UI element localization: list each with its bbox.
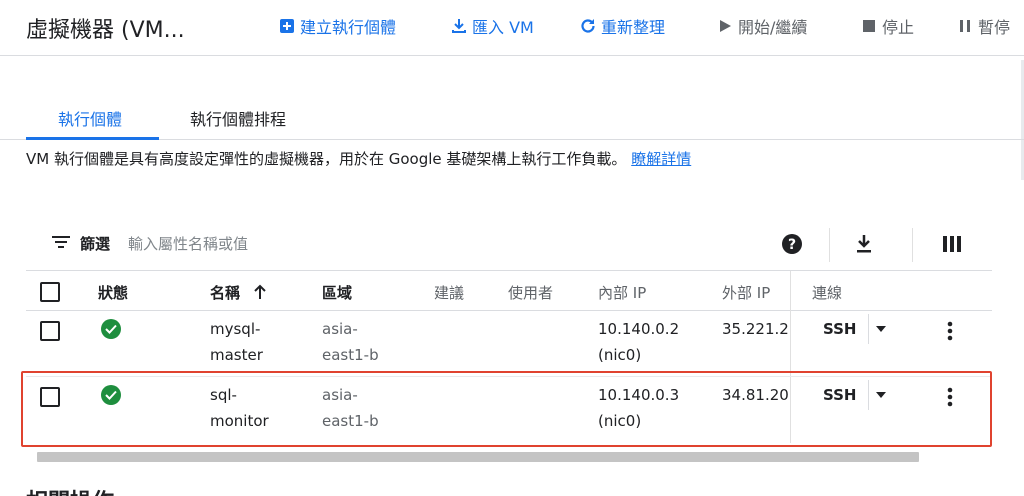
column-in-use-by[interactable]: 使用者 <box>508 282 553 303</box>
start-resume-button[interactable]: 開始/繼續 <box>716 14 807 38</box>
column-recommendation[interactable]: 建議 <box>434 282 464 303</box>
pause-label: 暫停 <box>978 18 1011 37</box>
active-tab-indicator <box>26 137 159 140</box>
pause-button[interactable]: 暫停 <box>956 14 1010 38</box>
stop-button[interactable]: 停止 <box>860 14 914 38</box>
column-connect[interactable]: 連線 <box>812 282 842 303</box>
start-resume-label: 開始/繼續 <box>738 18 808 37</box>
zone-line: east1-b <box>322 346 379 364</box>
horizontal-scrollbar[interactable] <box>37 452 919 462</box>
column-internal-ip[interactable]: 內部 IP <box>598 282 646 303</box>
tab-instances[interactable]: 執行個體 <box>58 106 122 130</box>
sort-ascending-icon <box>253 284 267 302</box>
import-vm-label: 匯入 VM <box>472 18 534 37</box>
refresh-icon <box>579 17 597 35</box>
status-running-icon <box>101 319 121 339</box>
description: VM 執行個體是具有高度設定彈性的虛擬機器，用於在 Google 基礎架構上執行… <box>26 146 706 172</box>
play-icon <box>716 17 734 35</box>
toolbar-divider <box>912 228 913 262</box>
column-zone[interactable]: 區域 <box>322 282 352 303</box>
description-text: VM 執行個體是具有高度設定彈性的虛擬機器，用於在 Google 基礎架構上執行… <box>26 150 627 168</box>
stop-icon <box>860 17 878 35</box>
help-icon[interactable]: ? <box>780 232 804 256</box>
top-action-bar: 虛擬機器 (VM... 建立執行個體 匯入 VM 重新整理 開始/繼續 停止 暫… <box>0 0 1024 56</box>
related-actions-heading: 相關操作 <box>26 484 114 496</box>
column-display-icon[interactable] <box>940 232 964 256</box>
filter-input[interactable] <box>128 234 429 253</box>
instance-name-line: master <box>210 346 263 364</box>
vm-instance-table: 狀態 名稱 區域 建議 使用者 內部 IP 外部 IP 連線 mysql- ma… <box>26 270 992 443</box>
tab-instance-schedules[interactable]: 執行個體排程 <box>190 106 286 130</box>
filter-label: 篩選 <box>80 235 111 253</box>
page-title: 虛擬機器 (VM... <box>26 18 185 43</box>
filter-icon[interactable] <box>52 235 72 253</box>
instance-zone: asia- east1-b <box>322 313 379 371</box>
pause-icon <box>956 17 974 35</box>
select-all-checkbox[interactable] <box>40 282 60 302</box>
column-name-label: 名稱 <box>210 284 241 302</box>
add-box-icon <box>278 17 296 35</box>
download-icon[interactable] <box>852 232 876 256</box>
column-status[interactable]: 狀態 <box>98 282 128 303</box>
stop-label: 停止 <box>882 18 915 37</box>
import-vm-button[interactable]: 匯入 VM <box>450 14 534 38</box>
download-icon <box>450 17 468 35</box>
learn-more-link[interactable]: 瞭解詳情 <box>631 150 691 168</box>
ssh-dropdown-icon[interactable] <box>868 314 892 344</box>
refresh-label: 重新整理 <box>601 18 666 37</box>
more-actions-icon[interactable] <box>938 319 962 343</box>
filter-bar: 篩選 <box>52 233 429 254</box>
svg-text:?: ? <box>788 237 796 253</box>
toolbar-divider <box>829 228 830 262</box>
highlight-box <box>21 371 992 447</box>
refresh-button[interactable]: 重新整理 <box>579 14 665 38</box>
instance-name[interactable]: mysql- master <box>210 313 263 371</box>
external-ip[interactable]: 35.221.2 <box>722 313 789 345</box>
table-header: 狀態 名稱 區域 建議 使用者 內部 IP 外部 IP 連線 <box>26 271 992 311</box>
row-checkbox[interactable] <box>40 321 60 341</box>
column-external-ip[interactable]: 外部 IP <box>722 282 770 303</box>
ssh-button[interactable]: SSH <box>823 320 857 338</box>
create-instance-button[interactable]: 建立執行個體 <box>278 14 396 38</box>
table-row: mysql- master asia- east1-b 10.140.0.2 (… <box>26 311 992 377</box>
create-instance-label: 建立執行個體 <box>300 18 397 37</box>
internal-ip: 10.140.0.2 (nic0) <box>598 313 679 371</box>
column-name[interactable]: 名稱 <box>210 282 267 303</box>
